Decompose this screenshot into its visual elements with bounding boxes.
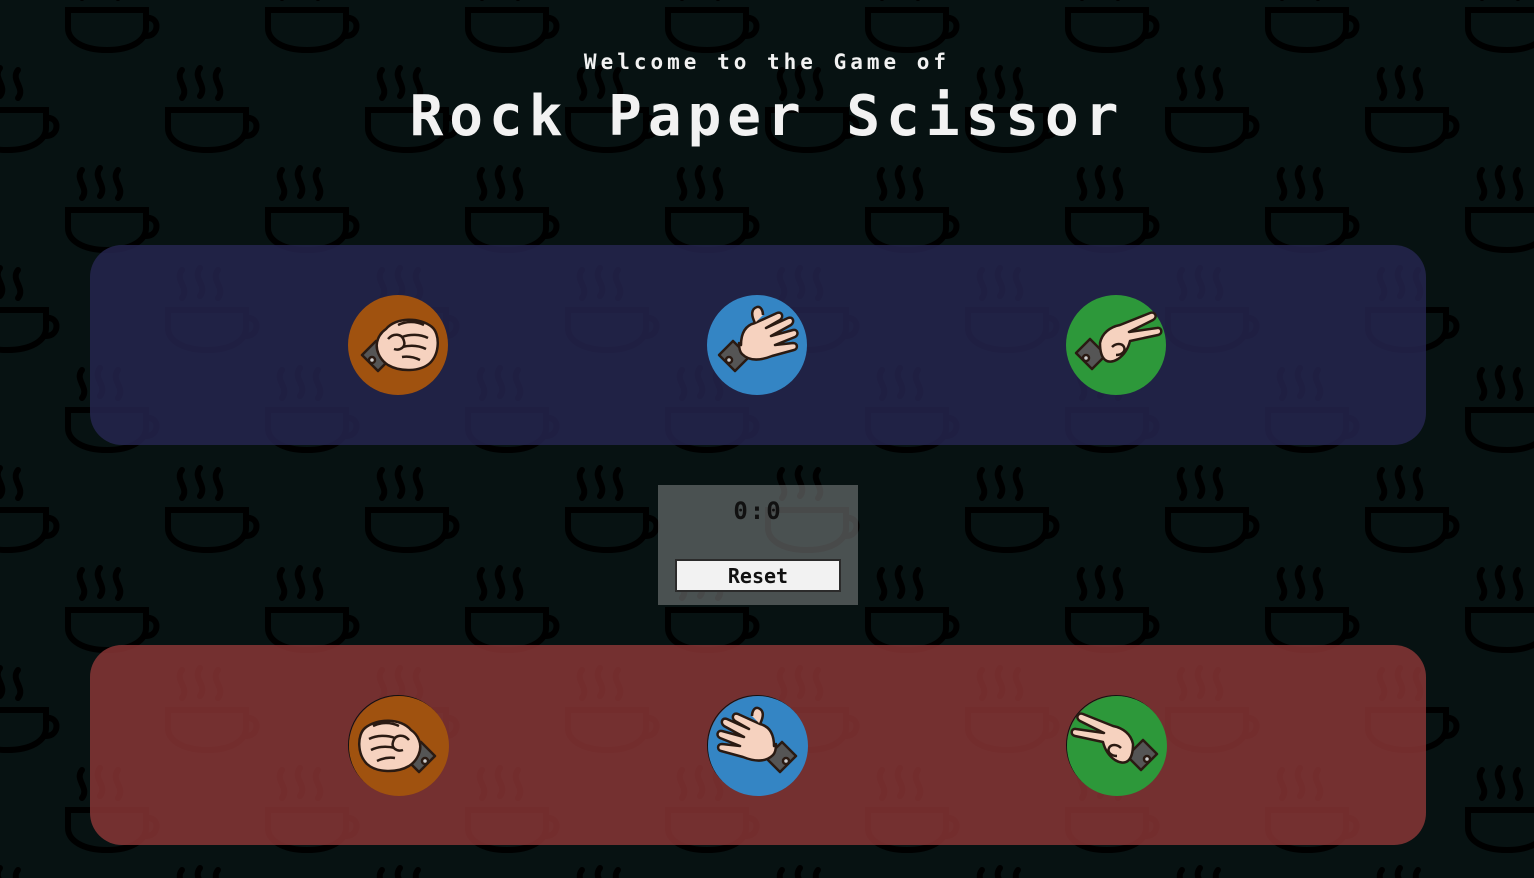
computer-paper-choice	[707, 695, 808, 796]
score-display: 0:0	[733, 497, 783, 525]
scoreboard: 0:0 Reset	[658, 485, 858, 605]
scissors-hand-icon	[1067, 696, 1167, 796]
computer-scissors-choice	[1066, 695, 1167, 796]
player-paper-button[interactable]	[707, 295, 807, 395]
paper-hand-icon	[707, 295, 807, 395]
reset-button[interactable]: Reset	[675, 559, 841, 592]
paper-hand-icon	[708, 696, 808, 796]
rock-fist-icon	[349, 696, 449, 796]
computer-rock-choice	[348, 695, 449, 796]
player-scissors-button[interactable]	[1066, 295, 1166, 395]
player-rock-button[interactable]	[348, 295, 448, 395]
player-choices-panel	[90, 245, 1426, 445]
rock-fist-icon	[348, 295, 448, 395]
scissors-hand-icon	[1066, 295, 1166, 395]
game-title: Rock Paper Scissor	[409, 84, 1125, 149]
computer-choices-panel	[90, 645, 1426, 845]
welcome-subtitle: Welcome to the Game of	[583, 50, 951, 74]
